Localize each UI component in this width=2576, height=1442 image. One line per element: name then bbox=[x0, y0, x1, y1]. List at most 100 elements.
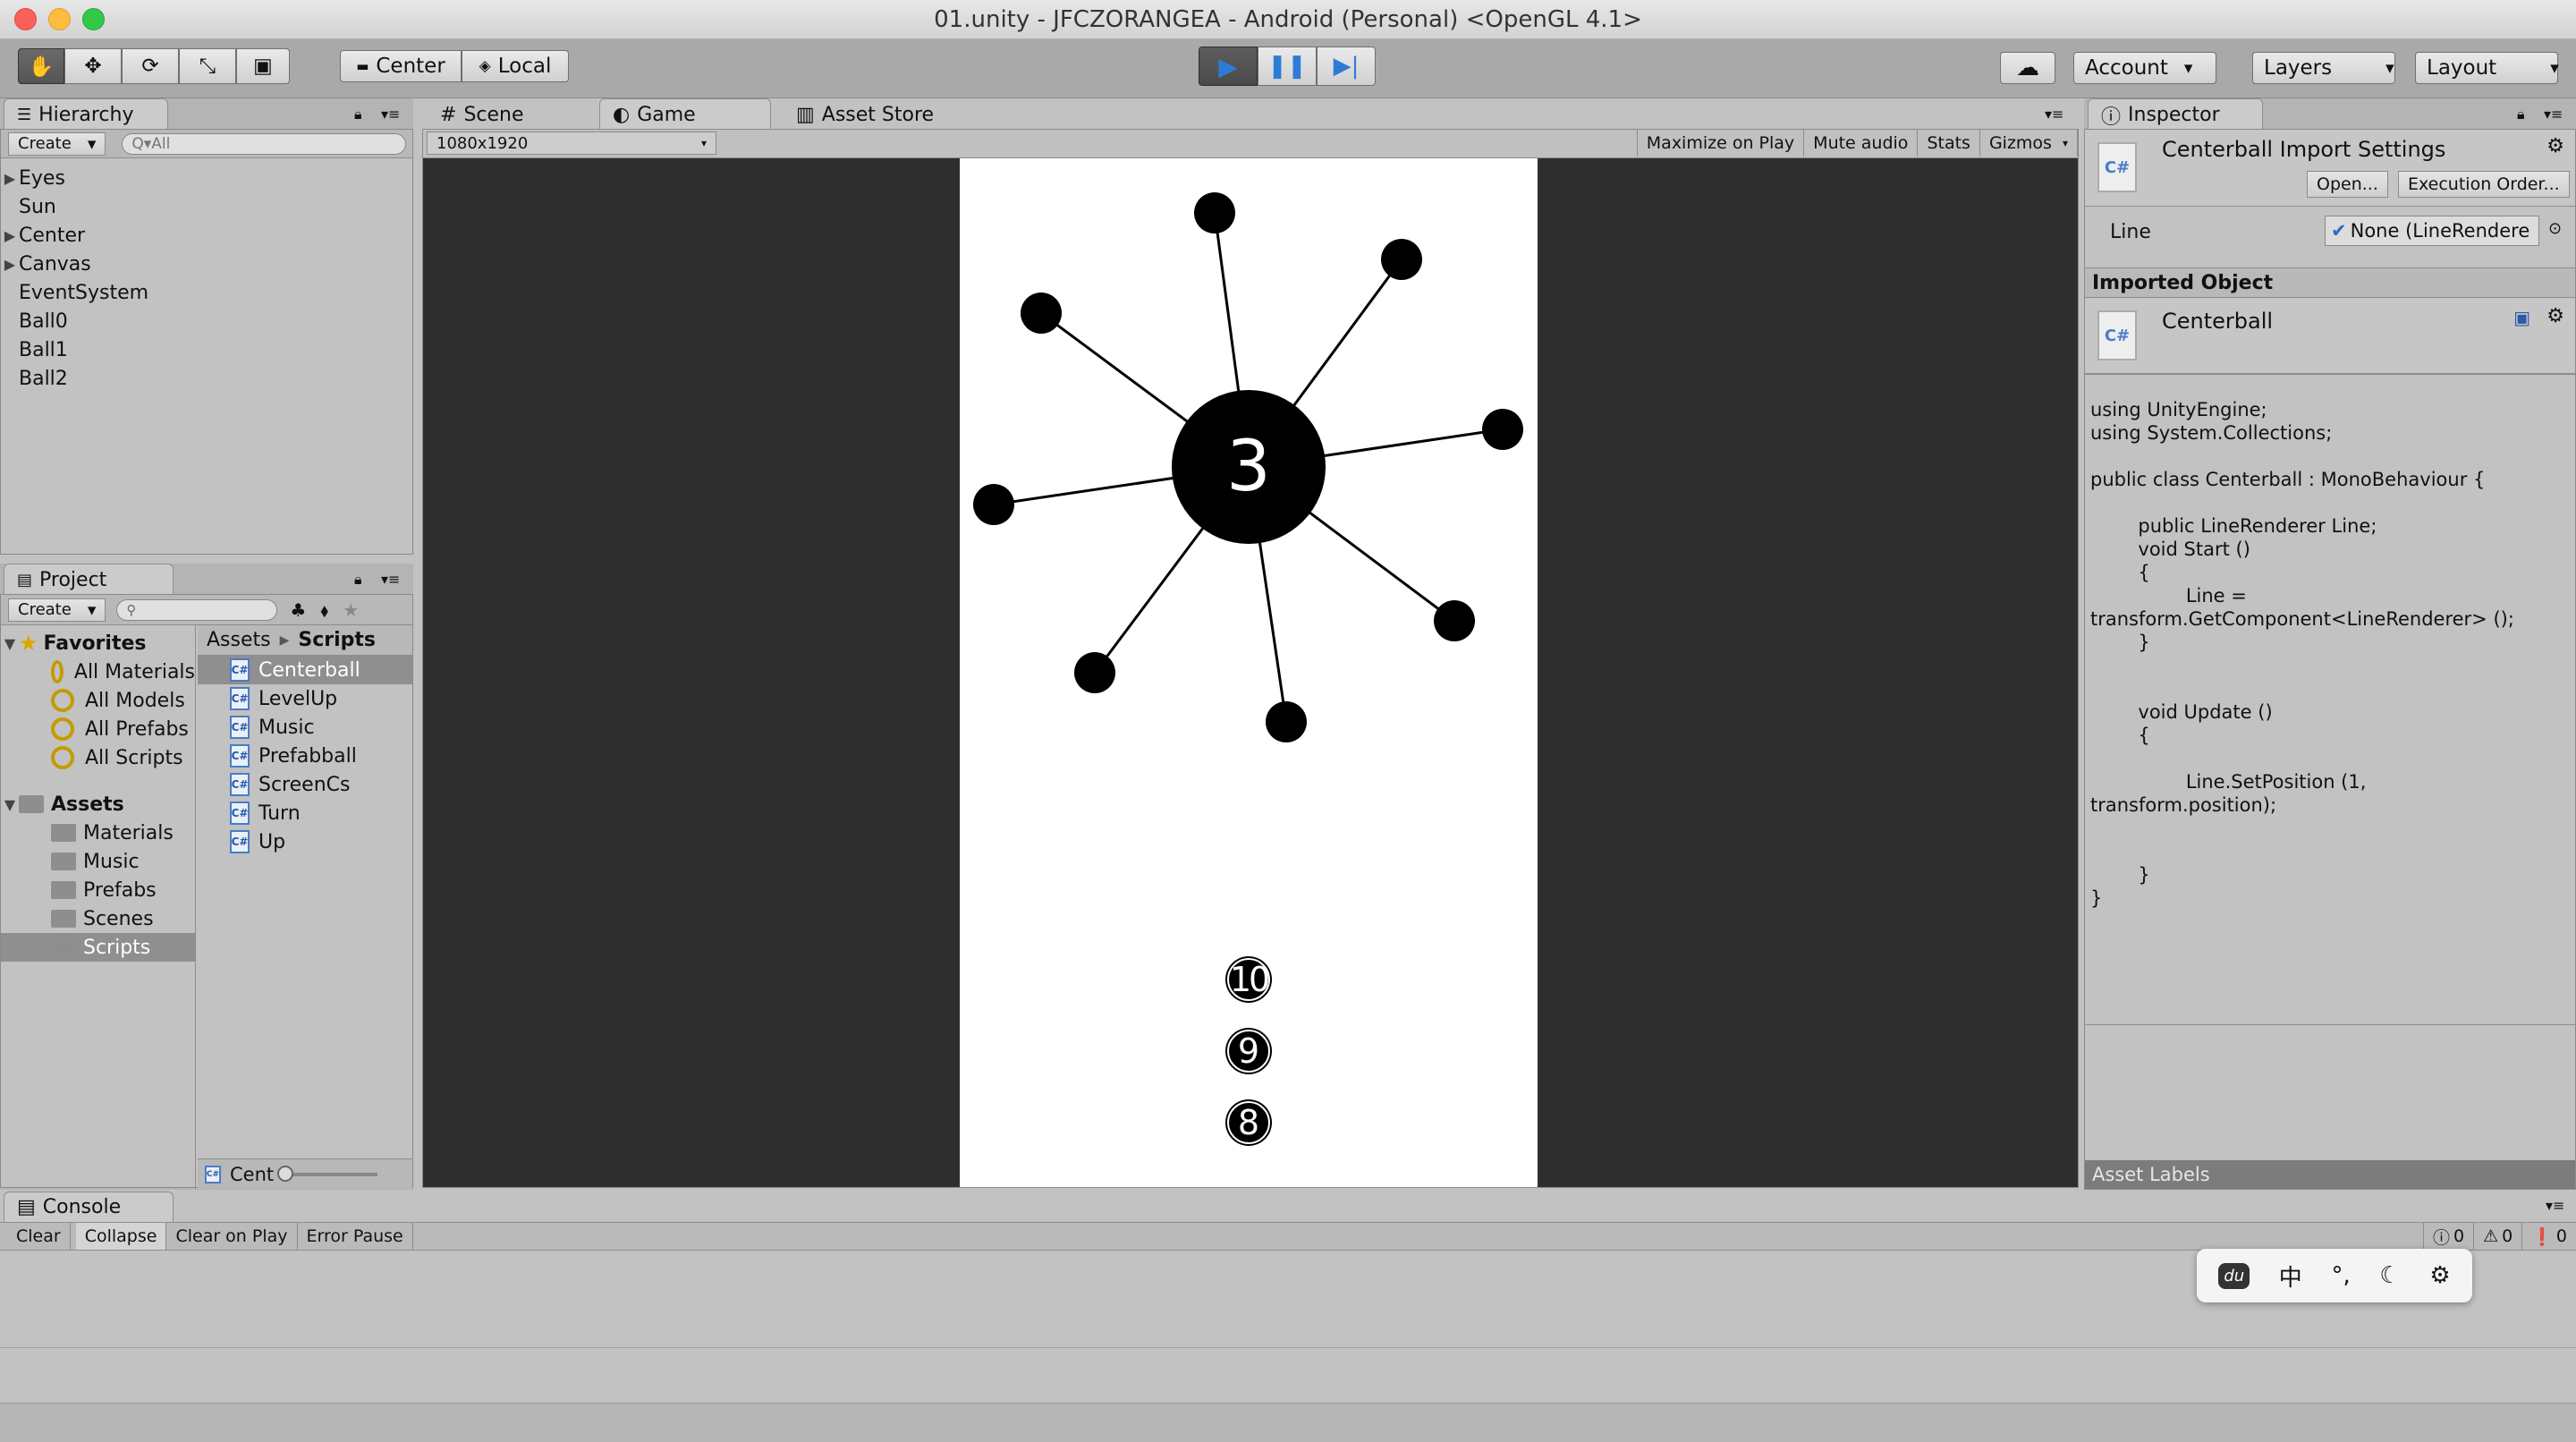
hierarchy-list: ▶ Eyes Sun ▶ Center ▶ Canvas EventSystem Ball0 Ba… bbox=[1, 158, 412, 393]
hierarchy-create-button[interactable]: Create bbox=[8, 131, 106, 156]
script-file-item[interactable]: C# Centerball bbox=[198, 656, 412, 684]
panel-menu-icon[interactable]: ▾≡ bbox=[381, 571, 400, 588]
hierarchy-item[interactable]: ▶ Canvas bbox=[1, 250, 412, 278]
breadcrumb-scripts[interactable]: Scripts bbox=[298, 629, 376, 651]
help-book-icon[interactable]: ▣ bbox=[2513, 307, 2530, 328]
hierarchy-item[interactable]: Ball1 bbox=[1, 335, 412, 364]
line-object-field[interactable]: ✔ None (LineRendere bbox=[2325, 216, 2539, 246]
favorite-item[interactable]: All Materials bbox=[1, 657, 195, 686]
tab-game[interactable]: ◐ Game bbox=[599, 98, 771, 131]
console-error-pause-toggle[interactable]: Error Pause bbox=[298, 1223, 413, 1250]
hierarchy-item[interactable]: ▶ Center bbox=[1, 221, 412, 250]
assets-row[interactable]: ▼ Assets bbox=[1, 790, 195, 819]
open-button[interactable]: Open... bbox=[2307, 171, 2388, 198]
pause-button[interactable]: ❚❚ bbox=[1258, 47, 1317, 86]
breadcrumb-assets[interactable]: Assets bbox=[207, 629, 271, 651]
tab-asset-store[interactable]: ▥ Asset Store bbox=[784, 98, 962, 131]
expand-arrow-icon[interactable]: ▶ bbox=[1, 227, 19, 244]
script-file-item[interactable]: C# ScreenCs bbox=[198, 770, 412, 799]
lock-icon[interactable]: 🔒︎ bbox=[354, 106, 362, 123]
expand-arrow-icon[interactable]: ▶ bbox=[1, 256, 19, 273]
console-collapse-toggle[interactable]: Collapse bbox=[75, 1223, 167, 1250]
icon-size-slider[interactable] bbox=[277, 1165, 378, 1182]
warning-filter-toggle[interactable]: ⚠ 0 bbox=[2474, 1223, 2523, 1250]
hierarchy-item[interactable]: Ball2 bbox=[1, 364, 412, 393]
resolution-dropdown[interactable]: 1080x1920 ▾ bbox=[427, 131, 716, 155]
moon-icon[interactable]: ☾ bbox=[2379, 1262, 2400, 1289]
tab-project[interactable]: ▤ Project bbox=[4, 564, 174, 596]
game-viewport[interactable]: 3 10 9 8 bbox=[423, 158, 2078, 1187]
script-file-item[interactable]: C# Music bbox=[198, 713, 412, 742]
info-filter-toggle[interactable]: ⓘ 0 bbox=[2422, 1223, 2475, 1250]
tab-scene[interactable]: # Scene bbox=[428, 98, 590, 131]
step-button[interactable]: ▶| bbox=[1317, 47, 1376, 86]
punctuation-toggle[interactable]: °, bbox=[2331, 1262, 2350, 1289]
lock-icon[interactable]: 🔒︎ bbox=[354, 571, 362, 589]
layers-dropdown[interactable]: Layers bbox=[2252, 52, 2395, 84]
asset-folder-item[interactable]: Prefabs bbox=[1, 876, 195, 904]
rect-tool-button[interactable]: ▣ bbox=[236, 48, 290, 84]
layout-dropdown[interactable]: Layout bbox=[2415, 52, 2558, 84]
pivot-center-toggle[interactable]: ▬ Center bbox=[340, 50, 462, 82]
favorite-item[interactable]: All Models bbox=[1, 686, 195, 715]
script-file-item[interactable]: C# Prefabball bbox=[198, 742, 412, 770]
console-clear-on-play-toggle[interactable]: Clear on Play bbox=[166, 1223, 298, 1250]
pivot-local-toggle[interactable]: ◈ Local bbox=[462, 50, 569, 82]
chinese-mode-toggle[interactable]: 中 bbox=[2279, 1260, 2302, 1293]
hierarchy-item[interactable]: Sun bbox=[1, 192, 412, 221]
rotate-tool-button[interactable]: ⟳ bbox=[122, 48, 179, 84]
favorite-item[interactable]: All Prefabs bbox=[1, 715, 195, 743]
script-file-item[interactable]: C# LevelUp bbox=[198, 684, 412, 713]
account-dropdown[interactable]: Account bbox=[2073, 52, 2216, 84]
panel-menu-icon[interactable]: ▾≡ bbox=[2544, 106, 2563, 123]
pause-icon: ❚❚ bbox=[1267, 53, 1307, 80]
asset-folder-item[interactable]: Materials bbox=[1, 819, 195, 847]
filter-type-icon[interactable]: ♣ bbox=[290, 599, 306, 621]
slider-thumb[interactable] bbox=[277, 1165, 294, 1182]
panel-menu-icon[interactable]: ▾≡ bbox=[2045, 106, 2063, 123]
object-picker-icon[interactable]: ⊙ bbox=[2548, 219, 2562, 238]
stats-toggle[interactable]: Stats bbox=[1918, 130, 1980, 157]
hierarchy-search-input[interactable]: Q▾All bbox=[122, 132, 407, 155]
scale-tool-button[interactable]: ⤡ bbox=[179, 48, 236, 84]
tab-console[interactable]: ▤ Console bbox=[4, 1192, 174, 1222]
cloud-button[interactable]: ☁ bbox=[2000, 52, 2055, 84]
favorite-item[interactable]: All Scripts bbox=[1, 743, 195, 772]
script-file-item[interactable]: C# Turn bbox=[198, 799, 412, 827]
play-button[interactable]: ▶ bbox=[1199, 47, 1258, 86]
hand-tool-button[interactable]: ✋ bbox=[18, 48, 64, 84]
game-screen[interactable]: 3 10 9 8 bbox=[960, 158, 1538, 1187]
favorites-row[interactable]: ▼ ★ Favorites bbox=[1, 629, 195, 657]
lock-icon[interactable]: 🔒︎ bbox=[2517, 106, 2525, 123]
filter-label-icon[interactable]: ⬧ bbox=[320, 599, 328, 621]
asset-folder-item[interactable]: Scripts bbox=[1, 933, 195, 962]
panel-menu-icon[interactable]: ▾≡ bbox=[2546, 1197, 2564, 1214]
playback-controls: ▶ ❚❚ ▶| bbox=[1199, 47, 1376, 86]
tab-hierarchy[interactable]: ☰ Hierarchy bbox=[4, 98, 168, 131]
star-icon[interactable]: ★ bbox=[343, 599, 359, 621]
error-filter-toggle[interactable]: ❗ 0 bbox=[2522, 1223, 2576, 1250]
hierarchy-item[interactable]: ▶ Eyes bbox=[1, 164, 412, 192]
project-search-input[interactable]: ⚲ bbox=[116, 598, 278, 621]
asset-folder-item[interactable]: Scenes bbox=[1, 904, 195, 933]
maximize-on-play-toggle[interactable]: Maximize on Play bbox=[1636, 130, 1805, 157]
tab-inspector[interactable]: ⓘ Inspector bbox=[2088, 98, 2263, 131]
script-file-item[interactable]: C# Up bbox=[198, 827, 412, 856]
du-logo-icon[interactable]: du bbox=[2218, 1262, 2250, 1289]
gizmos-dropdown[interactable]: Gizmos ▾ bbox=[1980, 130, 2078, 157]
move-tool-button[interactable]: ✥ bbox=[64, 48, 122, 84]
console-detail-area bbox=[0, 1403, 2576, 1442]
hierarchy-item[interactable]: Ball0 bbox=[1, 307, 412, 335]
hierarchy-item[interactable]: EventSystem bbox=[1, 278, 412, 307]
expand-arrow-icon[interactable]: ▶ bbox=[1, 170, 19, 187]
gear-icon[interactable]: ⚙ bbox=[2546, 305, 2564, 327]
gear-icon[interactable]: ⚙ bbox=[2546, 135, 2564, 157]
gear-icon[interactable]: ⚙ bbox=[2429, 1262, 2450, 1289]
panel-menu-icon[interactable]: ▾≡ bbox=[381, 106, 400, 123]
asset-folder-item[interactable]: Music bbox=[1, 847, 195, 876]
project-create-button[interactable]: Create bbox=[8, 598, 106, 622]
console-clear-button[interactable]: Clear bbox=[7, 1223, 71, 1250]
execution-order-button[interactable]: Execution Order... bbox=[2398, 171, 2570, 198]
asset-labels-bar[interactable]: Asset Labels bbox=[2085, 1160, 2575, 1189]
mute-audio-toggle[interactable]: Mute audio bbox=[1804, 130, 1919, 157]
